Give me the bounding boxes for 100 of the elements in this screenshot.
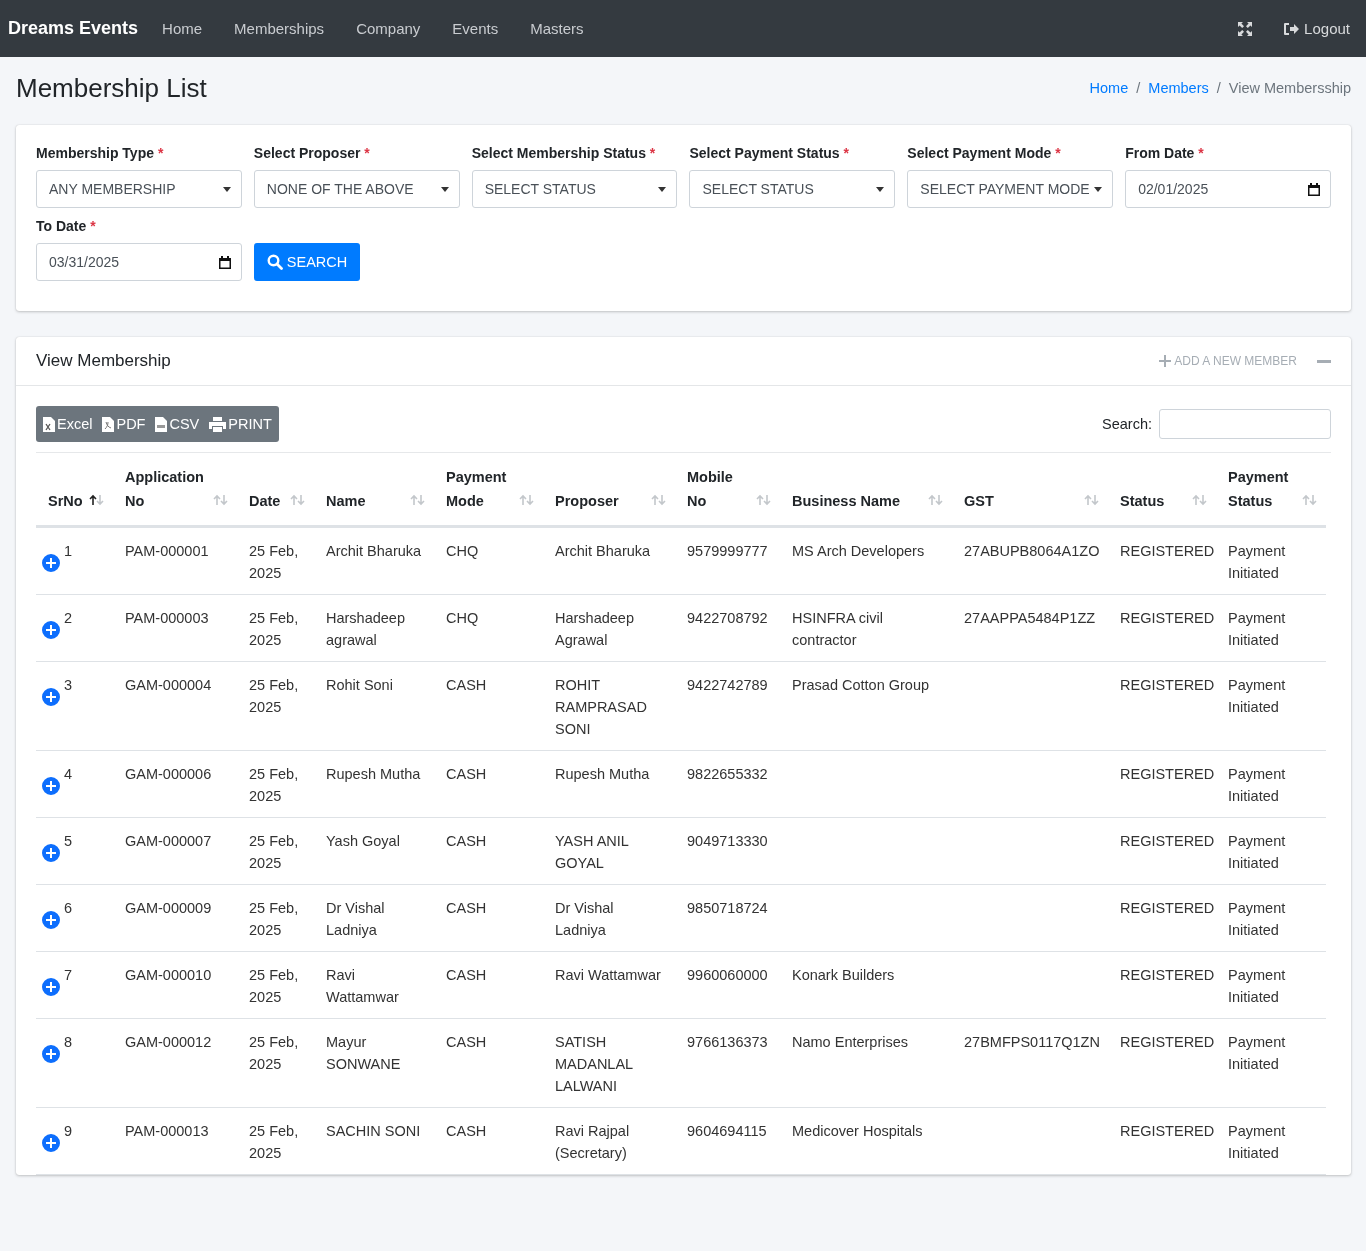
- table-cell-text: 25 Feb, 2025: [249, 609, 300, 650]
- table-cell-text: GAM-000010: [125, 966, 212, 985]
- column-header[interactable]: Proposer: [555, 489, 619, 513]
- table-cell-text: Payment Initiated: [1228, 832, 1287, 873]
- field-label: Select Proposer *: [253, 145, 371, 161]
- export-button[interactable]: Excel: [38, 416, 98, 432]
- card-title: View Membership: [36, 351, 171, 371]
- search-field[interactable]: [1159, 409, 1331, 439]
- nav-link[interactable]: Memberships: [218, 20, 341, 37]
- table-cell-text: CASH: [446, 765, 487, 784]
- table-cell-text: Dr Vishal Ladniya: [326, 899, 386, 940]
- breadcrumb-separator: /: [1136, 80, 1141, 96]
- expand-icon[interactable]: [40, 909, 62, 931]
- calendar-icon[interactable]: [218, 255, 231, 269]
- dropdown[interactable]: NONE OF THE ABOVE: [253, 170, 460, 208]
- plus-icon: [1159, 355, 1172, 367]
- dropdown[interactable]: SELECT STATUS: [689, 170, 896, 208]
- column-header[interactable]: Status: [1120, 489, 1165, 513]
- table-cell-text: 9579999777: [687, 542, 768, 561]
- table-cell-text: Rupesh Mutha: [555, 765, 650, 784]
- printer-icon: [209, 416, 227, 432]
- table-cell-text: CASH: [446, 1122, 487, 1141]
- column-header[interactable]: Date: [249, 489, 281, 513]
- table-cell-text: YASH ANIL GOYAL: [555, 832, 630, 873]
- expand-icon[interactable]: [40, 842, 62, 864]
- fullscreen-icon[interactable]: [1237, 20, 1254, 37]
- column-header[interactable]: Mobile No: [687, 465, 754, 513]
- table-cell-text: 25 Feb, 2025: [249, 899, 300, 940]
- field-label: From Date *: [1125, 145, 1205, 161]
- expand-icon[interactable]: [40, 686, 62, 708]
- brand-logo[interactable]: Dreams Events: [8, 18, 139, 39]
- column-header[interactable]: Payment Mode: [446, 465, 517, 513]
- table-cell-text: CASH: [446, 676, 487, 695]
- table-cell-text: 9422742789: [687, 676, 768, 695]
- table-cell-text: Payment Initiated: [1228, 966, 1287, 1007]
- expand-icon[interactable]: [40, 1132, 62, 1154]
- table-cell-text: SATISH MADANLAL LALWANI: [555, 1033, 634, 1096]
- table-cell-text: 4: [64, 765, 73, 784]
- table-cell-text: GAM-000004: [125, 676, 212, 695]
- export-button[interactable]: PRINT: [204, 416, 277, 432]
- table-cell-text: HSINFRA civil contractor: [792, 609, 885, 650]
- dropdown[interactable]: ANY MEMBERSHIP: [36, 170, 242, 208]
- breadcrumb-link[interactable]: Home: [1089, 80, 1129, 96]
- caret-icon: [1094, 186, 1103, 192]
- table-cell-text: 25 Feb, 2025: [249, 966, 300, 1007]
- nav-link[interactable]: Events: [436, 20, 515, 37]
- expand-icon[interactable]: [40, 775, 62, 797]
- nav-link[interactable]: Home: [146, 20, 219, 37]
- export-button[interactable]: CSV: [150, 416, 205, 432]
- table-cell-text: Mayur SONWANE: [326, 1033, 402, 1074]
- date-field[interactable]: 03/31/2025: [36, 243, 242, 281]
- table-cell-text: REGISTERED: [1120, 832, 1215, 851]
- table-cell-text: 25 Feb, 2025: [249, 676, 300, 717]
- table-cell-text: 25 Feb, 2025: [249, 765, 300, 806]
- table-cell-text: 7: [64, 966, 73, 985]
- sort-icon[interactable]: [89, 494, 105, 506]
- column-header[interactable]: Business Name: [792, 489, 900, 513]
- date-field[interactable]: 02/01/2025: [1125, 170, 1331, 208]
- field-label: Select Payment Mode *: [907, 145, 1062, 161]
- table-cell-text: Dr Vishal Ladniya: [555, 899, 615, 940]
- expand-icon[interactable]: [40, 976, 62, 998]
- table-cell-text: Harshadeep agrawal: [326, 609, 406, 650]
- expand-icon[interactable]: [40, 1043, 62, 1065]
- field-label: To Date *: [36, 218, 97, 234]
- table-cell-text: REGISTERED: [1120, 676, 1215, 695]
- table-cell-text: GAM-000012: [125, 1033, 212, 1052]
- table-cell-text: 1: [64, 542, 73, 561]
- table-cell-text: REGISTERED: [1120, 542, 1215, 561]
- table-cell-text: Payment Initiated: [1228, 1033, 1287, 1074]
- table-cell-text: PAM-000003: [125, 609, 209, 628]
- expand-icon[interactable]: [40, 552, 62, 574]
- dropdown[interactable]: SELECT PAYMENT MODE: [907, 170, 1114, 208]
- table-cell-text: 6: [64, 899, 73, 918]
- table-cell-text: Konark Builders: [792, 966, 895, 985]
- table-cell-text: 9850718724: [687, 899, 768, 918]
- search-button[interactable]: SEARCH: [253, 243, 361, 281]
- dropdown[interactable]: SELECT STATUS: [471, 170, 678, 208]
- search-icon: [266, 254, 283, 270]
- column-header[interactable]: Payment Status: [1228, 465, 1300, 513]
- expand-icon[interactable]: [40, 619, 62, 641]
- table-cell-text: 25 Feb, 2025: [249, 1033, 300, 1074]
- table-cell-text: ROHIT RAMPRASAD SONI: [555, 676, 648, 739]
- column-header[interactable]: Application No: [125, 465, 211, 513]
- table-cell-text: MS Arch Developers: [792, 542, 925, 561]
- table-cell-text: Payment Initiated: [1228, 899, 1287, 940]
- column-header[interactable]: GST: [964, 489, 994, 513]
- nav-link[interactable]: Masters: [514, 20, 600, 37]
- table-cell-text: 27AAPPA5484P1ZZ: [964, 609, 1096, 628]
- export-button[interactable]: PDF: [97, 416, 151, 432]
- column-header[interactable]: SrNo: [48, 489, 83, 513]
- column-header[interactable]: Name: [326, 489, 366, 513]
- field-label: Select Membership Status *: [471, 145, 657, 161]
- table-cell-text: 9422708792: [687, 609, 768, 628]
- nav-link[interactable]: Company: [340, 20, 437, 37]
- logout-link[interactable]: Logout: [1283, 20, 1350, 37]
- calendar-icon[interactable]: [1308, 182, 1320, 196]
- breadcrumb-link[interactable]: Members: [1148, 80, 1209, 96]
- table-cell-text: 3: [64, 676, 73, 695]
- table-cell-text: CASH: [446, 899, 487, 918]
- table-cell-text: CASH: [446, 832, 487, 851]
